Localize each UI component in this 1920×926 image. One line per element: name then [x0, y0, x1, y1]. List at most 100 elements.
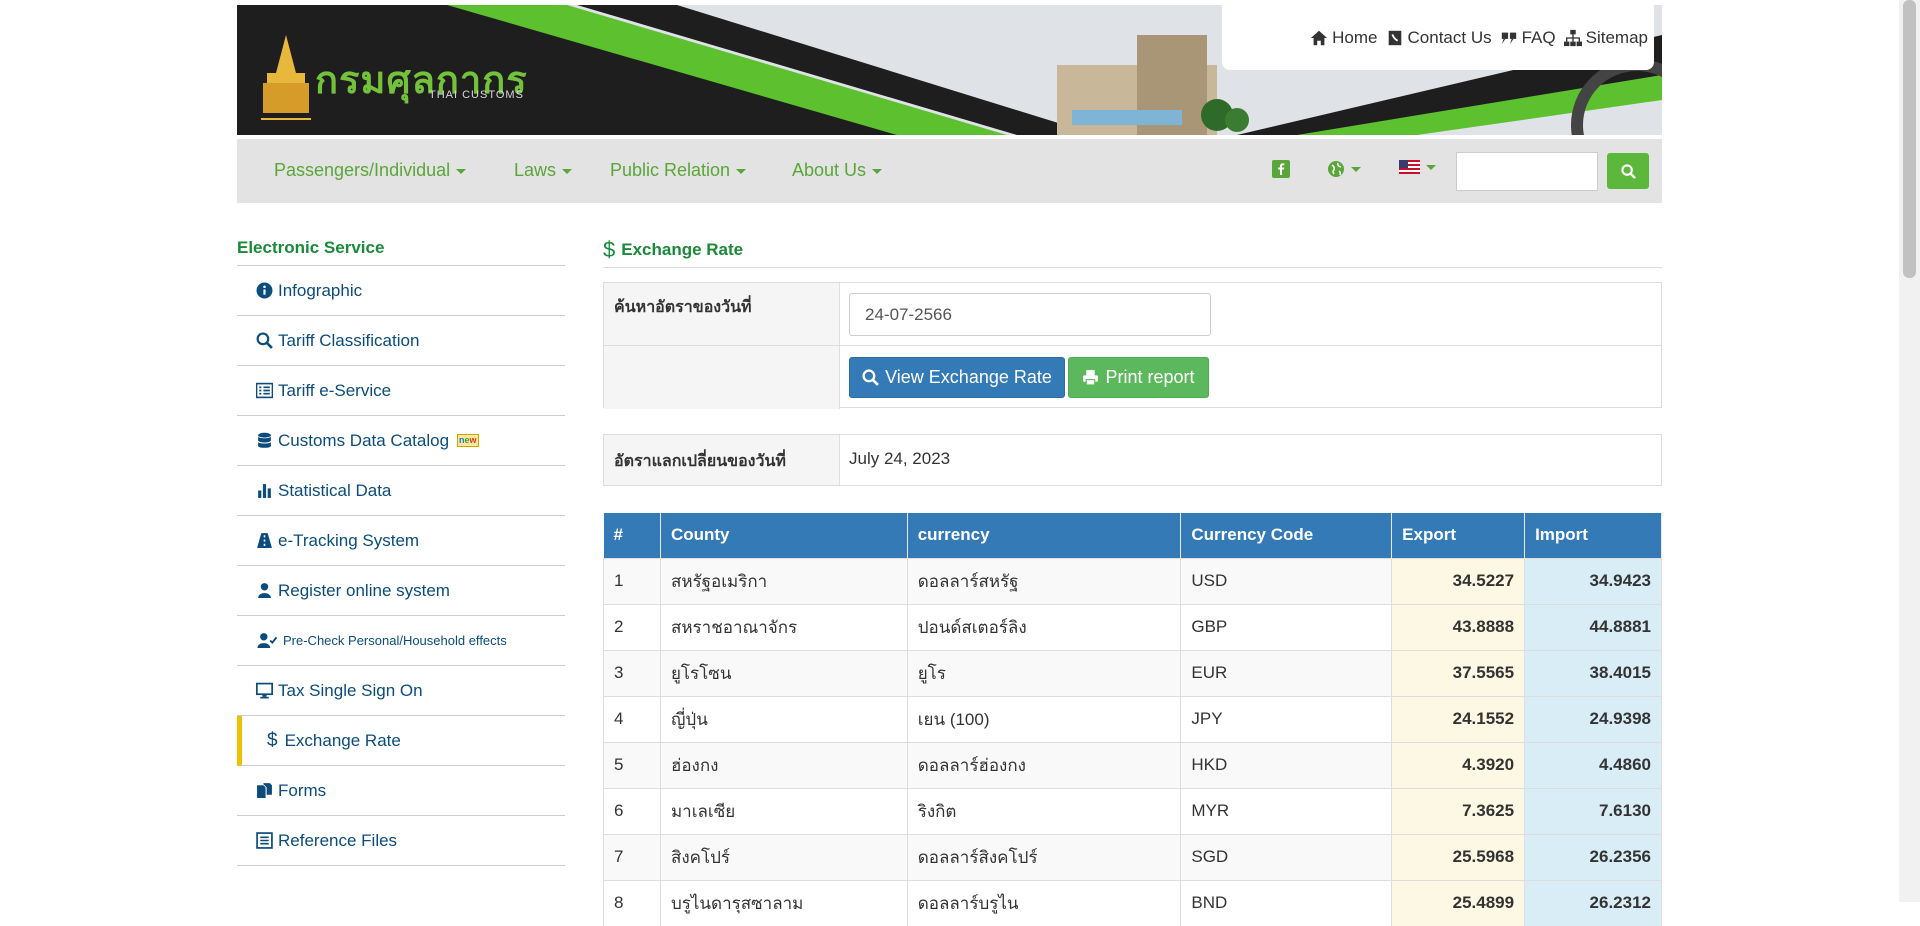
sidebar-item-tariff-e-service[interactable]: Tariff e-Service	[237, 366, 565, 416]
sidebar-item-label: Infographic	[278, 280, 363, 300]
search-icon	[1620, 163, 1636, 179]
row-number: 2	[603, 603, 661, 650]
nav-public-relation-label: Public Relation	[610, 160, 731, 180]
sidebar-item-exchange-rate[interactable]: $ Exchange Rate	[237, 716, 565, 766]
country-cell: มาเลเซีย	[660, 787, 908, 834]
import-rate-cell: 7.6130	[1524, 787, 1662, 834]
sidebar-item-label: Reference Files	[278, 830, 398, 850]
chevron-down-icon	[872, 168, 883, 174]
sidebar-item-infographic[interactable]: Infographic	[237, 266, 565, 316]
search-form: ค้นหาอัตราของวันที่ View Exchange Rate P…	[603, 282, 1662, 409]
sidebar-item-label: Tariff e-Service	[278, 380, 392, 400]
col-header-currency-code[interactable]: Currency Code	[1180, 513, 1393, 558]
search-button[interactable]	[1607, 153, 1649, 189]
new-badge: new	[457, 434, 479, 447]
page-title-text: Exchange Rate	[621, 240, 744, 259]
chevron-down-icon	[1351, 166, 1361, 172]
road-icon	[257, 533, 272, 548]
language-menu[interactable]	[1399, 160, 1436, 174]
sidebar-item-e-tracking[interactable]: e-Tracking System	[237, 516, 565, 566]
export-rate-cell: 25.5968	[1391, 833, 1526, 880]
sidebar-item-register-online[interactable]: Register online system	[237, 566, 565, 616]
badge-letter-w: w	[469, 435, 477, 445]
country-cell: สหราชอาณาจักร	[660, 603, 908, 650]
currency-cell: ดอลลาร์บรูไน	[907, 879, 1182, 926]
date-search-label: ค้นหาอัตราของวันที่	[614, 299, 752, 316]
rate-date-label: อัตราแลกเปลี่ยนของวันที่	[614, 453, 786, 470]
sidebar-item-label: e-Tracking System	[278, 530, 420, 550]
sidebar-menu: Infographic Tariff Classification Tariff…	[237, 266, 565, 866]
table-row: 8 บรูไนดารุสซาลาม ดอลลาร์บรูไน BND 25.48…	[603, 879, 1662, 926]
user-icon	[258, 583, 271, 598]
home-link[interactable]: Home	[1310, 27, 1378, 48]
import-rate-cell: 26.2356	[1524, 833, 1662, 880]
table-row: 2 สหราชอาณาจักร ปอนด์สเตอร์ลิง GBP 43.88…	[603, 603, 1662, 650]
chevron-down-icon	[562, 168, 573, 174]
database-icon	[257, 432, 272, 448]
sitemap-icon	[1563, 29, 1582, 46]
sidebar-item-label: Exchange Rate	[284, 730, 401, 750]
date-input[interactable]	[849, 293, 1211, 336]
home-label: Home	[1332, 27, 1378, 47]
print-button-label: Print report	[1105, 367, 1195, 387]
currency-cell: ดอลลาร์สหรัฐ	[907, 557, 1182, 604]
nav-passengers[interactable]: Passengers/Individual	[274, 160, 467, 181]
table-header-row: # County currency Currency Code Export I…	[603, 513, 1662, 558]
search-input[interactable]	[1456, 152, 1598, 191]
bar-chart-icon	[258, 484, 271, 498]
table-row: 5 ฮ่องกง ดอลลาร์ฮ่องกง HKD 4.3920 4.4860	[603, 741, 1662, 788]
rate-date-box: อัตราแลกเปลี่ยนของวันที่ July 24, 2023	[603, 434, 1662, 486]
sidebar-item-tax-sso[interactable]: Tax Single Sign On	[237, 666, 565, 716]
col-header-currency[interactable]: currency	[907, 513, 1182, 558]
nav-laws-label: Laws	[514, 160, 557, 180]
sidebar-item-tariff-classification[interactable]: Tariff Classification	[237, 316, 565, 366]
view-exchange-rate-button[interactable]: View Exchange Rate	[849, 357, 1065, 398]
col-header-export[interactable]: Export	[1391, 513, 1526, 558]
globe-menu[interactable]	[1327, 160, 1361, 178]
documents-icon	[257, 783, 272, 798]
currency-code-cell: SGD	[1180, 833, 1393, 880]
contact-link[interactable]: Contact Us	[1386, 28, 1492, 48]
sidebar-item-pre-check[interactable]: Pre-Check Personal/Household effects	[237, 616, 565, 666]
nav-public-relation[interactable]: Public Relation	[610, 160, 747, 181]
col-header-county[interactable]: County	[660, 513, 908, 558]
col-header-import[interactable]: Import	[1524, 513, 1662, 558]
sidebar-item-statistical-data[interactable]: Statistical Data	[237, 466, 565, 516]
list-table-icon	[256, 382, 273, 399]
currency-code-cell: EUR	[1180, 649, 1393, 696]
sitemap-link[interactable]: Sitemap	[1563, 28, 1648, 48]
country-cell: ญี่ปุ่น	[660, 695, 908, 742]
currency-code-cell: JPY	[1180, 695, 1393, 742]
sidebar-item-reference-files[interactable]: Reference Files	[237, 816, 565, 866]
sidebar-item-forms[interactable]: Forms	[237, 766, 565, 816]
chevron-down-icon	[456, 168, 467, 174]
quote-icon	[1501, 32, 1516, 44]
sidebar-item-label: Tariff Classification	[278, 330, 420, 350]
currency-cell: ดอลลาร์ฮ่องกง	[907, 741, 1182, 788]
scrollbar-thumb[interactable]	[1903, 0, 1916, 278]
country-cell: บรูไนดารุสซาลาม	[660, 879, 908, 926]
facebook-icon[interactable]	[1272, 160, 1290, 178]
nav-about-us[interactable]: About Us	[792, 160, 883, 181]
dollar-icon: $	[603, 237, 616, 262]
sidebar-item-customs-data-catalog[interactable]: Customs Data Catalog new	[237, 416, 565, 466]
rate-date-value: July 24, 2023	[849, 449, 951, 468]
printer-icon	[1083, 370, 1099, 386]
currency-code-cell: MYR	[1180, 787, 1393, 834]
export-rate-cell: 4.3920	[1391, 741, 1526, 788]
table-row: 4 ญี่ปุ่น เยน (100) JPY 24.1552 24.9398	[603, 695, 1662, 742]
header-banner: กรมศุลกากร THAI CUSTOMS Home Contact Us …	[237, 5, 1662, 135]
currency-cell: ยูโร	[907, 649, 1182, 696]
table-row: 1 สหรัฐอเมริกา ดอลลาร์สหรัฐ USD 34.5227 …	[603, 557, 1662, 604]
faq-link[interactable]: FAQ	[1500, 28, 1556, 48]
import-rate-cell: 44.8881	[1524, 603, 1662, 650]
currency-cell: ปอนด์สเตอร์ลิง	[907, 603, 1182, 650]
col-header-number[interactable]: #	[603, 513, 661, 558]
import-rate-cell: 26.2312	[1524, 879, 1662, 926]
export-rate-cell: 7.3625	[1391, 787, 1526, 834]
print-report-button[interactable]: Print report	[1068, 357, 1209, 398]
form-row-divider	[604, 345, 1661, 346]
nav-laws[interactable]: Laws	[514, 160, 573, 181]
user-check-icon	[257, 633, 278, 648]
import-rate-cell: 34.9423	[1524, 557, 1662, 604]
